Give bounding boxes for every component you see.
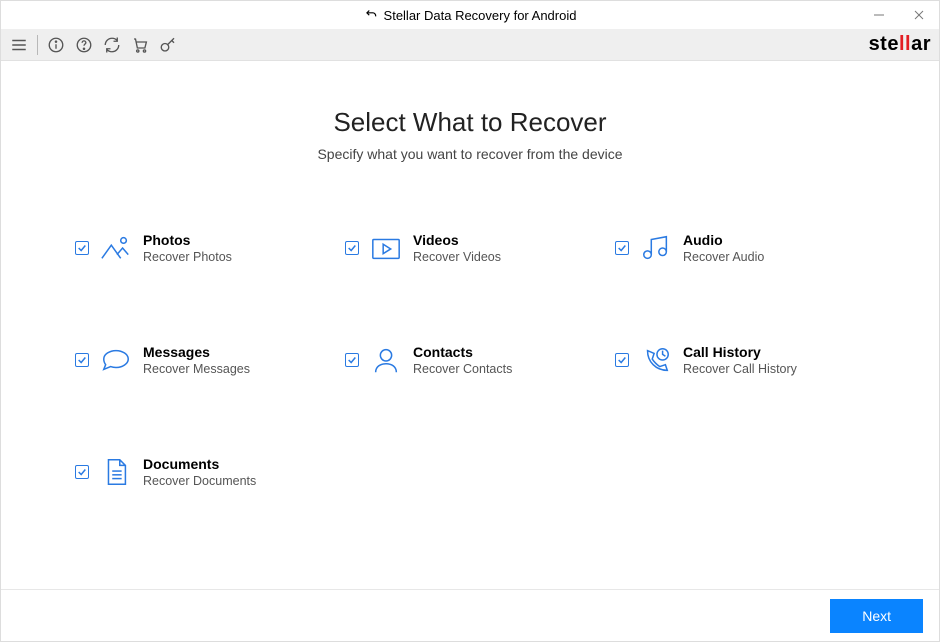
option-contacts[interactable]: Contacts Recover Contacts [345, 344, 595, 376]
option-subtitle: Recover Videos [413, 250, 501, 264]
page-subtitle: Specify what you want to recover from th… [1, 146, 939, 162]
heading: Select What to Recover Specify what you … [1, 107, 939, 162]
checkbox-photos[interactable] [75, 241, 89, 255]
back-icon[interactable] [364, 7, 378, 24]
option-subtitle: Recover Photos [143, 250, 232, 264]
audio-icon [639, 233, 673, 263]
option-title: Photos [143, 232, 232, 248]
option-title: Documents [143, 456, 256, 472]
next-button[interactable]: Next [830, 599, 923, 633]
main-content: Select What to Recover Specify what you … [1, 61, 939, 589]
callhistory-icon [639, 345, 673, 375]
option-documents[interactable]: Documents Recover Documents [75, 456, 325, 488]
photos-icon [99, 233, 133, 263]
videos-icon [369, 233, 403, 263]
option-title: Audio [683, 232, 764, 248]
contacts-icon [369, 345, 403, 375]
option-title: Contacts [413, 344, 512, 360]
toolbar-separator [37, 35, 38, 55]
messages-icon [99, 345, 133, 375]
cart-icon[interactable] [130, 35, 150, 55]
option-title: Messages [143, 344, 250, 360]
option-title: Call History [683, 344, 797, 360]
documents-icon [99, 457, 133, 487]
option-subtitle: Recover Messages [143, 362, 250, 376]
option-messages[interactable]: Messages Recover Messages [75, 344, 325, 376]
info-icon[interactable] [46, 35, 66, 55]
minimize-button[interactable] [859, 1, 899, 29]
menu-icon[interactable] [9, 35, 29, 55]
option-videos[interactable]: Videos Recover Videos [345, 232, 595, 264]
refresh-icon[interactable] [102, 35, 122, 55]
help-icon[interactable] [74, 35, 94, 55]
option-callhistory[interactable]: Call History Recover Call History [615, 344, 865, 376]
option-subtitle: Recover Call History [683, 362, 797, 376]
checkbox-documents[interactable] [75, 465, 89, 479]
option-title: Videos [413, 232, 501, 248]
title-bar: Stellar Data Recovery for Android [1, 1, 939, 29]
option-subtitle: Recover Contacts [413, 362, 512, 376]
option-audio[interactable]: Audio Recover Audio [615, 232, 865, 264]
brand-logo: stellar [869, 33, 931, 56]
option-subtitle: Recover Documents [143, 474, 256, 488]
toolbar: stellar [1, 29, 939, 61]
checkbox-messages[interactable] [75, 353, 89, 367]
checkbox-videos[interactable] [345, 241, 359, 255]
option-subtitle: Recover Audio [683, 250, 764, 264]
key-icon[interactable] [158, 35, 178, 55]
checkbox-callhistory[interactable] [615, 353, 629, 367]
checkbox-contacts[interactable] [345, 353, 359, 367]
page-title: Select What to Recover [1, 107, 939, 138]
checkbox-audio[interactable] [615, 241, 629, 255]
option-photos[interactable]: Photos Recover Photos [75, 232, 325, 264]
recovery-options-grid: Photos Recover Photos Videos Recover Video… [75, 232, 865, 488]
window-title: Stellar Data Recovery for Android [384, 8, 577, 23]
footer: Next [1, 589, 939, 641]
close-button[interactable] [899, 1, 939, 29]
